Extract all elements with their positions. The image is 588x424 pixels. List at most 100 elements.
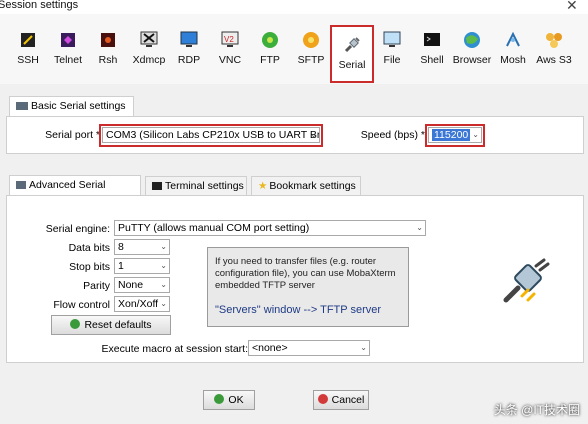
toolbar-label: VNC: [218, 54, 242, 66]
toolbar-label: SFTP: [297, 54, 325, 66]
rdp-icon: [180, 31, 198, 47]
macro-value: <none>: [252, 342, 288, 354]
tftp-info-box: If you need to transfer files (e.g. rout…: [207, 247, 409, 327]
tab-advanced-serial-settings[interactable]: Advanced Serial settings: [9, 175, 141, 210]
flow-control-label: Flow control: [53, 299, 110, 311]
tab-icon: [16, 102, 28, 110]
reset-icon: [70, 319, 81, 329]
star-icon: ★: [258, 180, 268, 192]
toolbar-item-file[interactable]: File: [370, 20, 414, 76]
toolbar-label: Aws S3: [536, 54, 572, 66]
chevron-down-icon: ⌄: [160, 261, 167, 270]
ok-button[interactable]: OK: [203, 390, 255, 410]
toolbar-item-sftp[interactable]: SFTP: [289, 20, 333, 76]
toolbar-item-serial[interactable]: Serial: [330, 25, 374, 83]
serial-engine-label: Serial engine:: [45, 223, 110, 235]
toolbar-item-rdp[interactable]: RDP: [167, 20, 211, 76]
toolbar-label: File: [383, 54, 401, 66]
ok-icon: [214, 394, 225, 404]
toolbar-item-ssh[interactable]: SSH: [6, 20, 50, 76]
flow-control-value: Xon/Xoff: [118, 298, 159, 310]
toolbar-label: Mosh: [500, 54, 526, 66]
info-line: configuration file), you can use MobaXte…: [215, 268, 396, 279]
flow-control-select[interactable]: Xon/Xoff ⌄: [114, 296, 170, 312]
browser-icon: [464, 32, 480, 48]
toolbar-label: Browser: [452, 54, 492, 66]
file-icon: [383, 31, 401, 47]
speed-value: 115200: [432, 129, 471, 141]
xdmcp-icon: [140, 31, 158, 47]
toolbar-item-aws-s3[interactable]: Aws S3: [532, 20, 576, 76]
serial-engine-value: PuTTY (allows manual COM port setting): [118, 222, 310, 234]
toolbar-item-telnet[interactable]: Telnet: [46, 20, 90, 76]
ftp-icon: [262, 32, 278, 48]
reset-defaults-label: Reset defaults: [84, 319, 152, 331]
ssh-icon: [21, 33, 35, 47]
rsh-icon: [101, 33, 115, 47]
toolbar-label: Rsh: [98, 54, 118, 66]
reset-defaults-button[interactable]: Reset defaults: [51, 315, 171, 335]
tab-basic-serial-settings[interactable]: Basic Serial settings: [9, 96, 134, 116]
window-title: Session settings: [0, 0, 79, 11]
tab-label: Terminal settings: [165, 180, 244, 192]
tab-bookmark-settings[interactable]: ★ Bookmark settings: [251, 176, 361, 196]
parity-label: Parity: [83, 280, 110, 292]
speed-select[interactable]: 115200 ⌄: [428, 127, 482, 143]
toolbar-item-vnc[interactable]: V2 VNC: [208, 20, 252, 76]
toolbar-item-mosh[interactable]: Mosh: [491, 20, 535, 76]
chevron-down-icon: ⌄: [310, 130, 317, 139]
serial-port-select[interactable]: COM3 (Silicon Labs CP210x USB to UART Br…: [102, 127, 320, 143]
chevron-down-icon: ⌄: [160, 242, 167, 251]
stop-bits-label: Stop bits: [69, 261, 110, 273]
info-line: If you need to transfer files (e.g. rout…: [215, 256, 377, 267]
toolbar-label: Telnet: [53, 54, 83, 66]
macro-select[interactable]: <none> ⌄: [248, 340, 370, 356]
svg-text:V2: V2: [224, 35, 234, 44]
chevron-down-icon: ⌄: [472, 130, 479, 139]
data-bits-value: 8: [118, 241, 124, 253]
chevron-down-icon: ⌄: [160, 280, 167, 289]
macro-label: Execute macro at session start:: [101, 343, 248, 355]
tab-icon: [16, 181, 26, 189]
tab-label: Bookmark settings: [269, 180, 356, 192]
toolbar-item-xdmcp[interactable]: Xdmcp: [127, 20, 171, 76]
title-bar: [0, 0, 588, 14]
toolbar-item-ftp[interactable]: FTP: [248, 20, 292, 76]
toolbar-item-browser[interactable]: Browser: [450, 20, 494, 76]
toolbar-item-rsh[interactable]: Rsh: [86, 20, 130, 76]
serial-engine-select[interactable]: PuTTY (allows manual COM port setting) ⌄: [114, 220, 426, 236]
serial-port-value: COM3 (Silicon Labs CP210x USB to UART Br: [106, 129, 320, 141]
stop-bits-value: 1: [118, 260, 124, 272]
data-bits-select[interactable]: 8 ⌄: [114, 239, 170, 255]
telnet-icon: [61, 33, 75, 47]
serial-plug-illustration-icon: [503, 258, 550, 303]
chevron-down-icon: ⌄: [160, 299, 167, 308]
toolbar-label: Shell: [420, 54, 444, 66]
cancel-icon: [317, 394, 328, 404]
cancel-button[interactable]: Cancel: [313, 390, 369, 410]
aws-s3-icon: [546, 33, 562, 48]
tab-terminal-settings[interactable]: Terminal settings: [145, 176, 247, 196]
ok-label: OK: [228, 394, 244, 406]
toolbar-label: Xdmcp: [132, 54, 166, 66]
parity-select[interactable]: None ⌄: [114, 277, 170, 293]
chevron-down-icon: ⌄: [416, 223, 423, 232]
watermark: 头条 @IT技术圈: [493, 403, 580, 417]
close-icon[interactable]: ✕: [566, 0, 578, 14]
toolbar-item-shell[interactable]: Shell: [410, 20, 454, 76]
stop-bits-select[interactable]: 1 ⌄: [114, 258, 170, 274]
toolbar-label: RDP: [177, 54, 201, 66]
terminal-icon: [152, 182, 162, 190]
speed-label: Speed (bps) *: [360, 129, 425, 141]
cancel-label: Cancel: [331, 394, 365, 406]
toolbar-label: FTP: [260, 54, 280, 66]
serial-plug-icon: [344, 37, 360, 53]
vnc-icon: V2: [221, 31, 239, 47]
mosh-icon: [506, 31, 520, 47]
info-line: embedded TFTP server: [215, 280, 315, 291]
tftp-server-link[interactable]: "Servers" window --> TFTP server: [215, 304, 381, 316]
sftp-icon: [303, 32, 319, 48]
data-bits-label: Data bits: [68, 242, 110, 254]
tab-label: Basic Serial settings: [31, 100, 126, 112]
toolbar-label: SSH: [17, 54, 39, 66]
